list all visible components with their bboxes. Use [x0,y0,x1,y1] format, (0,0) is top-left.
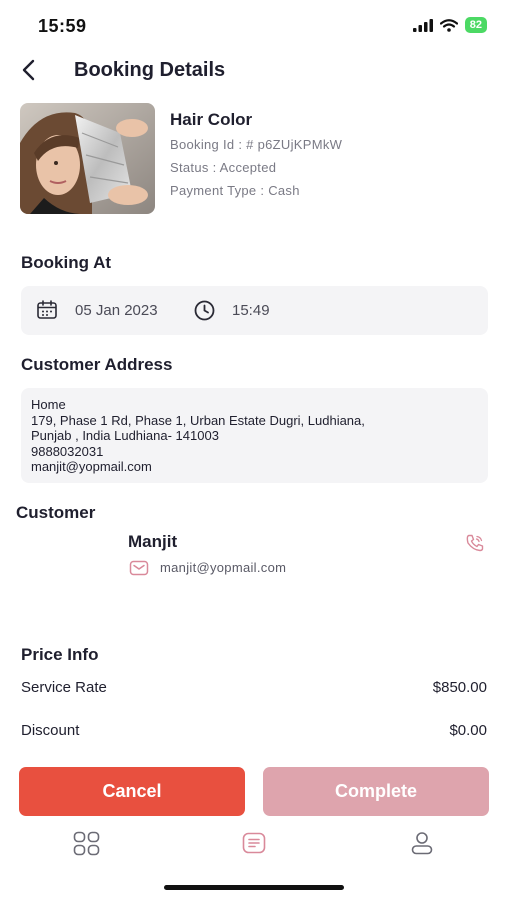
service-card: Hair Color Booking Id : # p6ZUjKPMkW Sta… [20,103,490,215]
cancel-button[interactable]: Cancel [19,767,245,816]
chevron-left-icon [22,59,35,81]
booking-id: Booking Id : # p6ZUjKPMkW [170,137,343,152]
tab-profile[interactable] [407,830,437,856]
service-name: Hair Color [170,110,253,129]
bookings-icon [242,832,266,854]
complete-button[interactable]: Complete [263,767,489,816]
address-line: Punjab , India Ludhiana- 141003 [31,428,219,443]
payment-type: Payment Type : Cash [170,183,300,198]
customer-email: manjit@yopmail.com [160,560,287,575]
address-line: Home [31,397,66,412]
header: Booking Details [0,52,507,92]
email-button[interactable] [129,560,149,581]
price-info-title: Price Info [21,645,99,664]
call-button[interactable] [465,533,485,558]
booking-at-title: Booking At [21,253,112,272]
mail-icon [129,560,149,576]
price-value: $850.00 [432,679,487,696]
price-label: Service Rate [21,679,107,696]
clock-icon [194,300,215,321]
wifi-icon [439,18,458,32]
booking-at-box: 05 Jan 2023 15:49 [21,286,488,335]
phone-icon [466,534,484,552]
price-label: Discount [21,722,80,739]
page-title: Booking Details [74,59,226,81]
signal-icon [412,18,433,32]
tab-dashboard[interactable] [71,830,101,856]
back-button[interactable] [16,58,40,82]
status-icons: 82 [412,17,487,33]
price-value: $0.00 [449,722,487,739]
address-email: manjit@yopmail.com [31,459,152,474]
grid-icon [73,831,99,855]
address-line: 179, Phase 1 Rd, Phase 1, Urban Estate D… [31,412,365,428]
customer-name: Manjit [128,532,178,551]
battery-indicator: 82 [464,17,487,33]
profile-icon [411,832,433,855]
booking-date: 05 Jan 2023 [75,302,158,319]
booking-time: 15:49 [232,302,270,319]
booking-status: Status : Accepted [170,160,277,175]
address-phone: 9888032031 [31,443,104,459]
status-bar: 15:59 82 [0,0,507,48]
home-indicator [164,885,344,890]
tab-bookings[interactable] [239,830,269,856]
customer-address-box: Home 179, Phase 1 Rd, Phase 1, Urban Est… [21,388,488,483]
customer-title: Customer [16,503,96,522]
service-image [20,103,155,214]
calendar-icon [37,300,57,319]
bottom-tab-bar [0,826,507,860]
customer-address-title: Customer Address [21,355,173,374]
status-time: 15:59 [38,16,87,36]
